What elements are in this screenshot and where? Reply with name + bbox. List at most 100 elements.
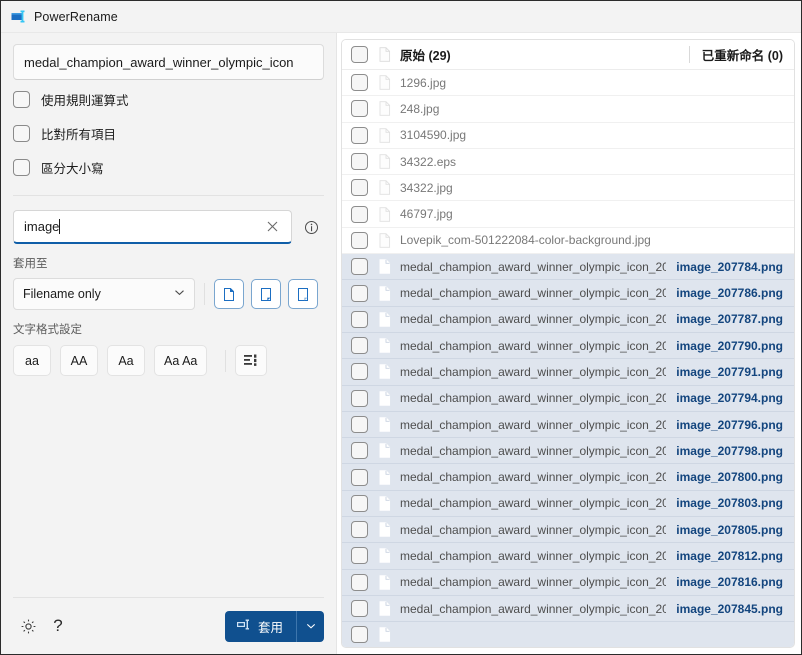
file-icon — [379, 47, 391, 62]
table-row[interactable]: 46797.jpg — [342, 201, 794, 228]
row-checkbox[interactable] — [351, 231, 368, 249]
renamed-filename: image_207798.png — [676, 443, 783, 458]
row-checkbox[interactable] — [351, 205, 368, 223]
table-row[interactable]: medal_champion_award_winner_olympic_icon… — [342, 254, 794, 281]
original-filename: 34322.eps — [400, 154, 457, 169]
original-filename: medal_champion_award_winner_olympic_icon… — [400, 286, 666, 301]
original-filename: medal_champion_award_winner_olympic_icon… — [400, 364, 666, 379]
table-row[interactable]: medal_champion_award_winner_olympic_icon… — [342, 490, 794, 518]
enumerate-items-button[interactable] — [235, 345, 268, 376]
option-case-sensitive[interactable]: 區分大小寫 — [13, 152, 324, 182]
table-row[interactable] — [342, 622, 794, 647]
titlecase-button[interactable]: Aa — [107, 345, 145, 376]
option-use-regular-expressions[interactable]: 使用規則運算式 — [13, 84, 324, 114]
include-subfolders-button[interactable] — [288, 279, 318, 309]
row-checkbox[interactable] — [351, 389, 368, 407]
lowercase-button[interactable]: aa — [13, 345, 51, 376]
table-row[interactable]: 248.jpg — [342, 96, 794, 123]
checkbox-case-sensitive[interactable] — [13, 158, 30, 176]
checkbox-use-regular-expressions[interactable] — [13, 90, 30, 108]
row-checkbox[interactable] — [351, 74, 368, 92]
row-checkbox[interactable] — [351, 468, 368, 486]
row-checkbox[interactable] — [351, 494, 368, 512]
table-row[interactable]: medal_champion_award_winner_olympic_icon… — [342, 359, 794, 386]
table-row[interactable]: medal_champion_award_winner_olympic_icon… — [342, 595, 794, 623]
gear-icon[interactable] — [13, 611, 43, 641]
uppercase-button[interactable]: AA — [60, 345, 98, 376]
renamed-filename: image_207796.png — [676, 417, 783, 432]
replace-with-value: image — [24, 219, 60, 234]
table-row[interactable]: 1296.jpg — [342, 70, 794, 97]
window-title: PowerRename — [34, 9, 118, 24]
row-checkbox[interactable] — [351, 573, 368, 591]
select-all-checkbox[interactable] — [351, 46, 368, 63]
file-list[interactable]: 原始 (29) 已重新命名 (0) 1296.jpg 248.jpg 3104590… — [341, 39, 795, 648]
row-checkbox[interactable] — [351, 521, 368, 539]
help-button[interactable]: ? — [43, 611, 73, 641]
option-label: 比對所有項目 — [41, 127, 117, 142]
row-checkbox[interactable] — [351, 442, 368, 460]
renamed-filename: image_207805.png — [676, 522, 783, 537]
include-files-button[interactable] — [214, 279, 244, 309]
row-checkbox[interactable] — [351, 258, 368, 276]
apply-to-row: Filename only — [13, 278, 324, 310]
row-checkbox[interactable] — [351, 600, 368, 618]
table-row[interactable]: medal_champion_award_winner_olympic_icon… — [342, 569, 794, 596]
checkbox-match-all-occurrences[interactable] — [13, 124, 30, 142]
file-icon — [379, 312, 391, 327]
table-row[interactable]: medal_champion_award_winner_olympic_icon… — [342, 464, 794, 491]
include-folders-button[interactable] — [251, 279, 281, 309]
renamed-filename: image_207816.png — [676, 575, 783, 590]
row-checkbox[interactable] — [351, 416, 368, 433]
close-icon[interactable] — [259, 214, 285, 240]
file-icon — [379, 522, 391, 537]
table-row[interactable]: medal_champion_award_winner_olympic_icon… — [342, 517, 794, 544]
file-list-rows[interactable]: 1296.jpg 248.jpg 3104590.jpg 34322.eps 34322… — [342, 70, 794, 647]
row-checkbox[interactable] — [351, 179, 368, 197]
table-row[interactable]: medal_champion_award_winner_olympic_icon… — [342, 438, 794, 465]
header-separator — [688, 46, 690, 63]
file-icon — [379, 127, 391, 143]
row-checkbox[interactable] — [351, 284, 368, 302]
row-checkbox[interactable] — [351, 337, 368, 355]
renamed-filename: image_207812.png — [676, 548, 783, 563]
table-row[interactable]: 3104590.jpg — [342, 122, 794, 149]
option-match-all-occurrences[interactable]: 比對所有項目 — [13, 118, 324, 148]
search-for-input[interactable]: medal_champion_award_winner_olympic_icon — [13, 44, 324, 80]
table-row[interactable]: medal_champion_award_winner_olympic_icon… — [342, 411, 794, 439]
info-icon[interactable] — [298, 214, 324, 240]
renamed-filename: image_207784.png — [676, 259, 783, 274]
table-row[interactable]: medal_champion_award_winner_olympic_icon… — [342, 280, 794, 307]
apply-dropdown-button[interactable] — [297, 611, 324, 642]
table-row[interactable]: medal_champion_award_winner_olympic_icon… — [342, 385, 794, 412]
renamed-filename: image_207786.png — [676, 286, 783, 301]
file-icon — [379, 417, 391, 432]
replace-with-input[interactable]: image — [13, 210, 292, 244]
table-row[interactable]: medal_champion_award_winner_olympic_icon… — [342, 306, 794, 333]
row-checkbox[interactable] — [351, 100, 368, 118]
text-caret — [59, 219, 61, 234]
row-checkbox[interactable] — [351, 310, 368, 328]
row-checkbox[interactable] — [351, 126, 368, 144]
column-header-original: 原始 (29) — [400, 49, 451, 63]
powerrename-icon — [10, 9, 26, 25]
row-checkbox[interactable] — [351, 547, 368, 565]
apply-button[interactable]: 套用 — [225, 611, 296, 642]
original-filename: medal_champion_award_winner_olympic_icon… — [400, 496, 666, 511]
table-row[interactable]: Lovepik_com-501222084-color-background.j… — [342, 227, 794, 255]
apply-to-select[interactable]: Filename only — [13, 278, 195, 310]
original-filename: medal_champion_award_winner_olympic_icon… — [400, 391, 666, 406]
table-row[interactable]: 34322.eps — [342, 148, 794, 176]
apply-label: 套用 — [257, 620, 283, 635]
table-row[interactable]: 34322.jpg — [342, 175, 794, 202]
text-format-row: aa AA Aa Aa Aa — [13, 345, 324, 376]
capitalize-each-word-button[interactable]: Aa Aa — [154, 345, 208, 376]
row-checkbox[interactable] — [351, 153, 368, 171]
table-row[interactable]: medal_champion_award_winner_olympic_icon… — [342, 543, 794, 570]
original-filename: medal_champion_award_winner_olympic_icon… — [400, 601, 666, 616]
row-checkbox[interactable] — [351, 626, 368, 644]
renamed-filename: image_207790.png — [676, 338, 783, 353]
table-row[interactable]: medal_champion_award_winner_olympic_icon… — [342, 332, 794, 360]
renamed-filename: image_207791.png — [676, 364, 783, 379]
row-checkbox[interactable] — [351, 363, 368, 381]
